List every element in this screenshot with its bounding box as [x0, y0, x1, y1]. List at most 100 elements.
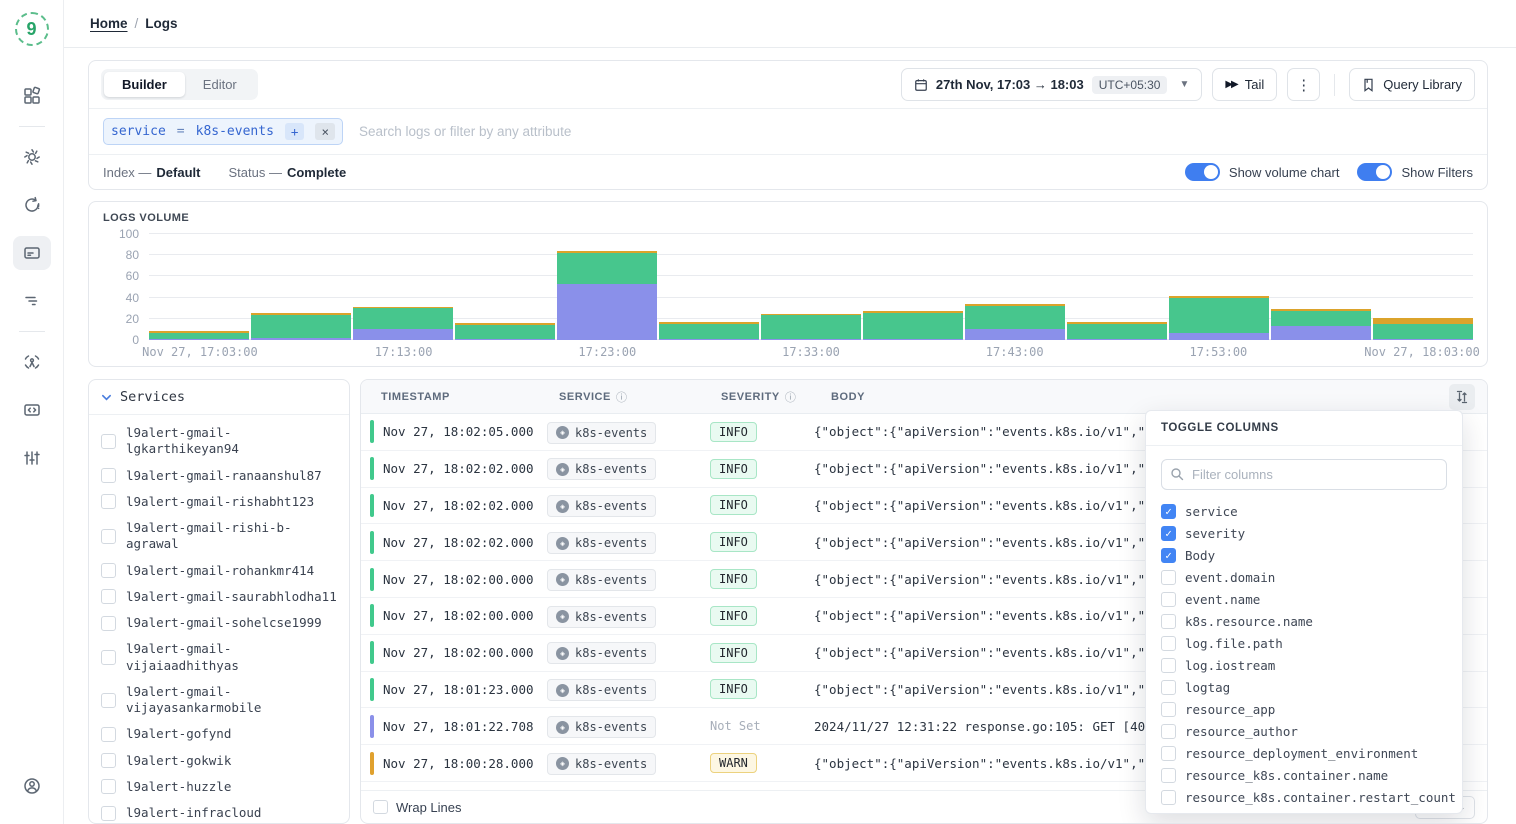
filter-chip[interactable]: service = k8s-events + ×	[103, 118, 343, 145]
column-header-severity[interactable]: SEVERITYⓘ	[701, 389, 811, 405]
volume-bar[interactable]	[1067, 234, 1167, 340]
brand-logo[interactable]: 9	[15, 12, 49, 46]
toggle-column-item[interactable]: resource_k8s.container.restart_count	[1161, 786, 1447, 808]
toggle-column-item[interactable]: logtag	[1161, 676, 1447, 698]
service-chip[interactable]: ◈k8s-events	[547, 569, 656, 591]
service-list-item[interactable]: l9alert-gmail-rishabht123	[99, 489, 339, 515]
service-chip[interactable]: ◈k8s-events	[547, 753, 656, 775]
show-volume-chart-toggle[interactable]	[1185, 163, 1220, 181]
service-chip[interactable]: ◈k8s-events	[547, 642, 656, 664]
toggle-column-checkbox[interactable]	[1161, 680, 1176, 695]
service-chip[interactable]: ◈k8s-events	[547, 458, 656, 480]
toggle-column-checkbox[interactable]	[1161, 592, 1176, 607]
sidebar-item-dashboards[interactable]	[13, 79, 51, 113]
service-list-item[interactable]: l9alert-gmail-vijayasankarmobile	[99, 679, 339, 722]
volume-bar[interactable]	[251, 234, 351, 340]
show-filters-toggle[interactable]	[1357, 163, 1392, 181]
toggle-column-item[interactable]: log.iostream	[1161, 654, 1447, 676]
service-chip[interactable]: ◈k8s-events	[547, 532, 656, 554]
toggle-column-item[interactable]: resource_k8s.container.name	[1161, 764, 1447, 786]
sidebar-item-logs[interactable]	[13, 236, 51, 270]
volume-bar[interactable]	[1373, 234, 1473, 340]
volume-bar[interactable]	[455, 234, 555, 340]
more-options-button[interactable]: ⋮	[1287, 68, 1320, 101]
service-list-item[interactable]: l9alert-gmail-lgkarthikeyan94	[99, 420, 339, 463]
service-checkbox[interactable]	[101, 563, 116, 578]
toggle-column-item[interactable]: event.name	[1161, 588, 1447, 610]
toggle-column-checkbox[interactable]	[1161, 636, 1176, 651]
volume-bar[interactable]	[353, 234, 453, 340]
service-checkbox[interactable]	[101, 616, 116, 631]
toggle-column-checkbox[interactable]: ✓	[1161, 548, 1176, 563]
column-settings-button[interactable]	[1449, 384, 1475, 410]
column-header-body[interactable]: BODY	[811, 391, 1443, 403]
filter-chip-close-icon[interactable]: ×	[315, 123, 335, 140]
query-library-button[interactable]: Query Library	[1349, 68, 1475, 101]
tab-builder[interactable]: Builder	[104, 72, 185, 97]
sidebar-item-preferences[interactable]	[13, 441, 51, 475]
volume-bar[interactable]	[557, 234, 657, 340]
filter-chip-add-button[interactable]: +	[285, 123, 305, 140]
toggle-column-item[interactable]: ✓service	[1161, 500, 1447, 522]
info-icon[interactable]: ⓘ	[616, 389, 628, 405]
toggle-column-item[interactable]: resource_author	[1161, 720, 1447, 742]
tail-button[interactable]: ▶▶ Tail	[1212, 68, 1277, 101]
service-chip[interactable]: ◈k8s-events	[547, 495, 656, 517]
volume-bar[interactable]	[761, 234, 861, 340]
toggle-column-checkbox[interactable]	[1161, 790, 1176, 805]
service-checkbox[interactable]	[101, 779, 116, 794]
volume-bar[interactable]	[965, 234, 1065, 340]
toggle-column-item[interactable]: resource_app	[1161, 698, 1447, 720]
toggle-column-item[interactable]: event.domain	[1161, 566, 1447, 588]
sidebar-item-traces[interactable]	[13, 284, 51, 318]
volume-bar[interactable]	[1169, 234, 1269, 340]
info-icon[interactable]: ⓘ	[785, 389, 797, 405]
sidebar-item-settings[interactable]	[13, 140, 51, 174]
toggle-column-checkbox[interactable]	[1161, 768, 1176, 783]
log-search-input[interactable]: Search logs or filter by any attribute	[359, 124, 571, 139]
service-checkbox[interactable]	[101, 494, 116, 509]
service-list-item[interactable]: l9alert-gmail-rohankmr414	[99, 558, 339, 584]
service-checkbox[interactable]	[101, 529, 116, 544]
wrap-lines-control[interactable]: Wrap Lines	[373, 800, 462, 815]
sidebar-item-integrations[interactable]	[13, 393, 51, 427]
service-checkbox[interactable]	[101, 806, 116, 821]
column-header-service[interactable]: SERVICEⓘ	[539, 389, 701, 405]
service-checkbox[interactable]	[101, 753, 116, 768]
service-checkbox[interactable]	[101, 589, 116, 604]
service-checkbox[interactable]	[101, 650, 116, 665]
toggle-column-item[interactable]: k8s.resource.name	[1161, 610, 1447, 632]
filter-columns-input[interactable]	[1161, 459, 1447, 490]
toggle-column-item[interactable]: ✓severity	[1161, 522, 1447, 544]
toggle-column-checkbox[interactable]	[1161, 658, 1176, 673]
service-chip[interactable]: ◈k8s-events	[547, 716, 656, 738]
column-header-timestamp[interactable]: TIMESTAMP	[361, 391, 539, 403]
service-list-item[interactable]: l9alert-infracloud	[99, 800, 339, 823]
toggle-column-checkbox[interactable]	[1161, 570, 1176, 585]
breadcrumb-home-link[interactable]: Home	[90, 16, 128, 31]
toggle-column-item[interactable]: log.file.path	[1161, 632, 1447, 654]
service-list-item[interactable]: l9alert-gofynd	[99, 721, 339, 747]
sidebar-item-alerts[interactable]	[13, 188, 51, 222]
service-chip[interactable]: ◈k8s-events	[547, 606, 656, 628]
volume-bar[interactable]	[863, 234, 963, 340]
toggle-column-checkbox[interactable]	[1161, 702, 1176, 717]
service-checkbox[interactable]	[101, 727, 116, 742]
volume-bar[interactable]	[1271, 234, 1371, 340]
date-range-button[interactable]: 27th Nov, 17:03 → 18:03 UTC+05:30 ▼	[901, 68, 1203, 101]
toggle-column-checkbox[interactable]	[1161, 746, 1176, 761]
service-list-item[interactable]: l9alert-gokwik	[99, 748, 339, 774]
toggle-column-checkbox[interactable]: ✓	[1161, 526, 1176, 541]
toggle-column-checkbox[interactable]	[1161, 724, 1176, 739]
service-list-item[interactable]: l9alert-gmail-sohelcse1999	[99, 610, 339, 636]
service-list-item[interactable]: l9alert-gmail-ranaanshul87	[99, 463, 339, 489]
service-list-item[interactable]: l9alert-gmail-vijaiaadhithyas	[99, 636, 339, 679]
wrap-lines-checkbox[interactable]	[373, 800, 388, 814]
tab-editor[interactable]: Editor	[185, 72, 255, 97]
volume-bar[interactable]	[149, 234, 249, 340]
service-checkbox[interactable]	[101, 468, 116, 483]
service-list-item[interactable]: l9alert-huzzle	[99, 774, 339, 800]
toggle-column-checkbox[interactable]: ✓	[1161, 504, 1176, 519]
toggle-column-checkbox[interactable]	[1161, 614, 1176, 629]
service-checkbox[interactable]	[101, 693, 116, 708]
